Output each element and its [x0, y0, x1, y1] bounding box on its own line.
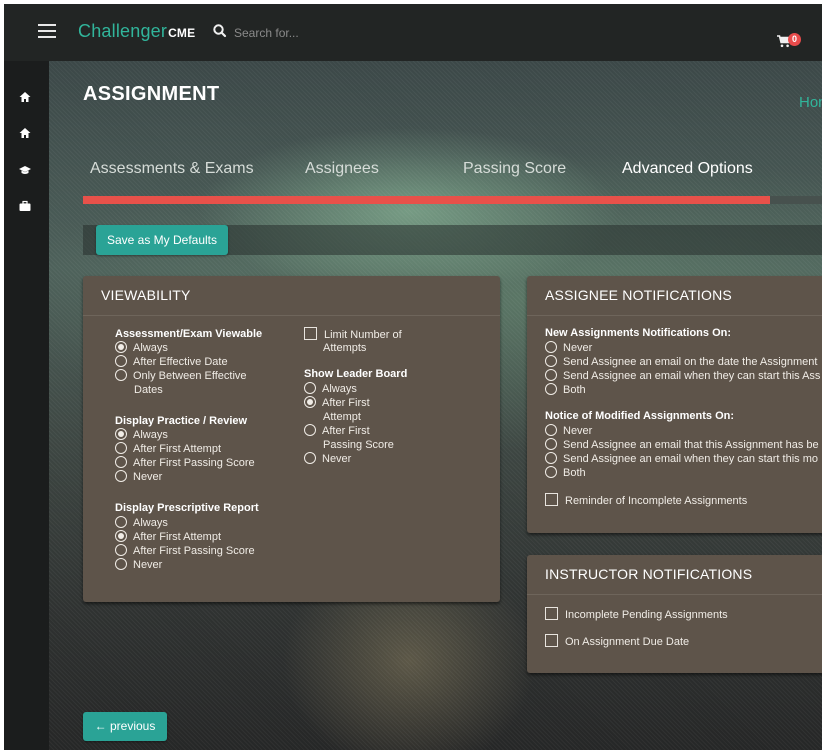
- new-assignments-label: New Assignments Notifications On:: [545, 327, 732, 339]
- practice-never-radio[interactable]: Never: [115, 470, 162, 484]
- practice-after-first-attempt-radio[interactable]: After First Attempt: [115, 442, 221, 456]
- sidebar: [4, 61, 49, 750]
- practice-always-radio[interactable]: Always: [115, 428, 168, 442]
- leader-board-after-first-attempt-radio[interactable]: After First: [304, 396, 370, 410]
- wizard-progress-bar: [83, 196, 822, 204]
- reminder-incomplete-checkbox[interactable]: Reminder of Incomplete Assignments: [545, 493, 747, 508]
- assignee-notifications-title: ASSIGNEE NOTIFICATIONS: [527, 276, 822, 316]
- leader-board-label: Show Leader Board: [304, 368, 408, 380]
- exam-viewable-between-dates-label-cont: Dates: [134, 384, 163, 396]
- leader-board-after-first-attempt-label-cont: Attempt: [323, 411, 361, 423]
- home-icon[interactable]: [18, 126, 32, 140]
- exam-viewable-always-radio[interactable]: Always: [115, 341, 168, 355]
- top-navbar: ChallengerCME 0: [4, 4, 822, 61]
- search-input[interactable]: [232, 20, 436, 46]
- tab-assessments-exams[interactable]: Assessments & Exams: [90, 160, 254, 178]
- limit-attempts-label-cont: Attempts: [323, 342, 367, 354]
- previous-button[interactable]: ← previous: [83, 712, 167, 741]
- assignee-notifications-panel: ASSIGNEE NOTIFICATIONS New Assignments N…: [527, 276, 822, 533]
- prescriptive-report-label: Display Prescriptive Report: [115, 502, 259, 514]
- new-never-radio[interactable]: Never: [545, 341, 592, 355]
- instructor-notifications-panel: INSTRUCTOR NOTIFICATIONS Incomplete Pend…: [527, 555, 822, 673]
- briefcase-icon[interactable]: [18, 199, 32, 213]
- exam-viewable-after-effective-radio[interactable]: After Effective Date: [115, 355, 228, 369]
- modified-email-can-start-radio[interactable]: Send Assignee an email when they can sta…: [545, 452, 818, 466]
- menu-icon[interactable]: [38, 24, 56, 38]
- practice-review-label: Display Practice / Review: [115, 415, 248, 427]
- leader-board-always-radio[interactable]: Always: [304, 382, 357, 396]
- home-icon[interactable]: [18, 90, 32, 104]
- instructor-notifications-title: INSTRUCTOR NOTIFICATIONS: [527, 555, 822, 595]
- prescriptive-after-first-passing-radio[interactable]: After First Passing Score: [115, 544, 255, 558]
- exam-viewable-between-dates-radio[interactable]: Only Between Effective: [115, 369, 247, 383]
- limit-attempts-checkbox[interactable]: Limit Number of: [304, 327, 402, 342]
- search-icon[interactable]: [212, 23, 228, 39]
- tab-assignees[interactable]: Assignees: [305, 160, 379, 178]
- main-content: ASSIGNMENT Hom Assessments & Exams Assig…: [49, 61, 822, 750]
- prescriptive-after-first-attempt-radio[interactable]: After First Attempt: [115, 530, 221, 544]
- prescriptive-never-radio[interactable]: Never: [115, 558, 162, 572]
- page-title: ASSIGNMENT: [83, 83, 220, 105]
- prescriptive-always-radio[interactable]: Always: [115, 516, 168, 530]
- tab-advanced-options[interactable]: Advanced Options: [622, 160, 753, 178]
- cart-count-badge: 0: [788, 33, 801, 46]
- viewability-panel: VIEWABILITY Assessment/Exam Viewable Alw…: [83, 276, 500, 602]
- modified-never-radio[interactable]: Never: [545, 424, 592, 438]
- practice-after-first-passing-radio[interactable]: After First Passing Score: [115, 456, 255, 470]
- due-date-checkbox[interactable]: On Assignment Due Date: [545, 634, 689, 649]
- brand-logo[interactable]: ChallengerCME: [78, 21, 195, 42]
- save-defaults-button[interactable]: Save as My Defaults: [96, 225, 228, 255]
- leader-board-after-first-passing-label-cont: Passing Score: [323, 439, 394, 451]
- modified-email-changed-radio[interactable]: Send Assignee an email that this Assignm…: [545, 438, 819, 452]
- modified-both-radio[interactable]: Both: [545, 466, 586, 480]
- leader-board-after-first-passing-radio[interactable]: After First: [304, 424, 370, 438]
- modified-assignments-label: Notice of Modified Assignments On:: [545, 410, 735, 422]
- new-email-can-start-radio[interactable]: Send Assignee an email when they can sta…: [545, 369, 820, 383]
- leader-board-never-radio[interactable]: Never: [304, 452, 351, 466]
- new-both-radio[interactable]: Both: [545, 383, 586, 397]
- viewability-panel-title: VIEWABILITY: [83, 276, 500, 316]
- app-window: ChallengerCME 0 ASSIGNM: [4, 4, 822, 750]
- incomplete-pending-checkbox[interactable]: Incomplete Pending Assignments: [545, 607, 728, 622]
- tab-passing-score[interactable]: Passing Score: [463, 160, 566, 178]
- graduation-cap-icon[interactable]: [18, 163, 32, 177]
- wizard-progress-fill: [83, 196, 771, 204]
- new-email-on-date-radio[interactable]: Send Assignee an email on the date the A…: [545, 355, 817, 369]
- breadcrumb-home-link[interactable]: Hom: [799, 94, 822, 111]
- exam-viewable-label: Assessment/Exam Viewable: [115, 328, 263, 340]
